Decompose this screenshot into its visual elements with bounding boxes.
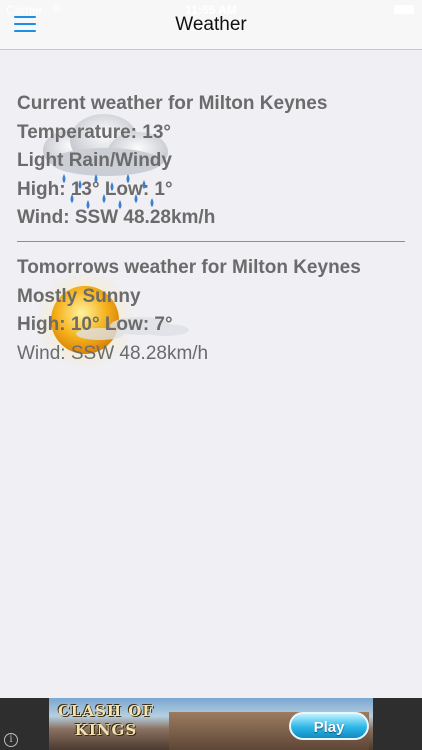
tomorrow-weather-section: Tomorrows weather for Milton Keynes Most… bbox=[17, 254, 407, 368]
status-time: 11:55 AM bbox=[185, 3, 237, 17]
current-weather-section: Current weather for Milton Keynes Temper… bbox=[17, 90, 407, 233]
tomorrow-weather-heading: Tomorrows weather for Milton Keynes bbox=[17, 257, 361, 278]
current-wind: Wind: SSW 48.28km/h bbox=[17, 207, 216, 228]
current-condition: Light Rain/Windy bbox=[17, 150, 172, 171]
status-bar: Carrier ≋ 11:55 AM bbox=[0, 0, 422, 20]
section-divider bbox=[17, 241, 405, 242]
info-icon[interactable]: i bbox=[4, 733, 18, 747]
tomorrow-high-low: High: 10° Low: 7° bbox=[17, 314, 173, 335]
current-high-low: High: 13° Low: 1° bbox=[17, 178, 173, 200]
ad-banner[interactable]: CLASH OF KINGS Play bbox=[0, 698, 422, 750]
ad-game-title: CLASH OF KINGS bbox=[57, 702, 155, 739]
tomorrow-wind: Wind: SSW 48.28km/h bbox=[17, 342, 209, 364]
ad-image[interactable]: CLASH OF KINGS Play bbox=[49, 698, 373, 750]
current-weather-heading: Current weather for Milton Keynes bbox=[17, 93, 328, 114]
current-temperature: Temperature: 13° bbox=[17, 121, 172, 143]
ad-play-button[interactable]: Play bbox=[289, 712, 369, 740]
battery-icon bbox=[394, 5, 414, 14]
tomorrow-condition: Mostly Sunny bbox=[17, 285, 141, 307]
